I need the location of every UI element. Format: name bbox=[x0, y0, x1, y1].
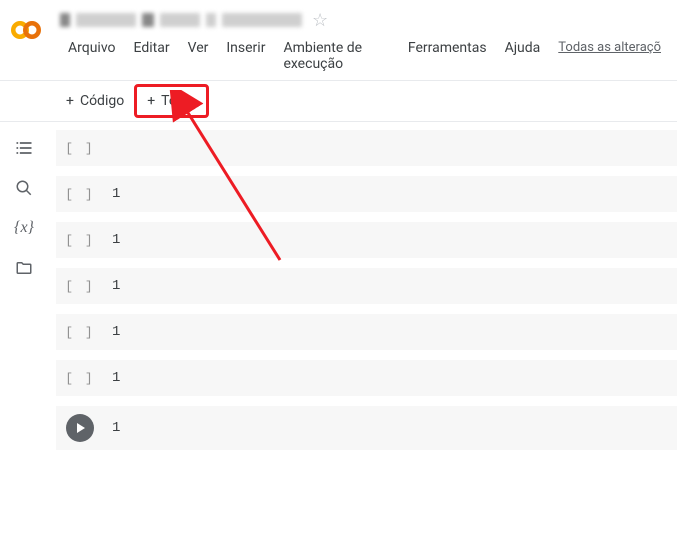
play-icon bbox=[77, 423, 85, 433]
cell-prompt: [ ] bbox=[65, 371, 94, 386]
cell-prompt: [ ] bbox=[65, 141, 94, 156]
add-code-button[interactable]: + Código bbox=[56, 87, 134, 115]
menu-editar[interactable]: Editar bbox=[126, 36, 178, 76]
menu-ambiente[interactable]: Ambiente de execução bbox=[275, 36, 397, 76]
code-cell[interactable]: [ ] 1 bbox=[56, 176, 677, 212]
cell-content[interactable]: 1 bbox=[112, 420, 120, 436]
code-cell[interactable]: [ ] 1 bbox=[56, 360, 677, 396]
menu-arquivo[interactable]: Arquivo bbox=[60, 36, 124, 76]
notebook-title[interactable] bbox=[60, 13, 302, 27]
toolbar: + Código + Texto bbox=[0, 80, 677, 122]
cell-content[interactable]: 1 bbox=[112, 370, 120, 386]
code-cell[interactable]: [ ] bbox=[56, 130, 677, 166]
left-rail: {x} bbox=[0, 122, 48, 548]
add-code-label: Código bbox=[80, 93, 124, 109]
notebook-cells: [ ] [ ] 1 [ ] 1 [ ] 1 [ ] 1 [ ] 1 bbox=[48, 122, 677, 548]
plus-icon: + bbox=[66, 93, 74, 109]
cell-prompt: [ ] bbox=[65, 279, 94, 294]
title-row: ☆ bbox=[60, 6, 669, 34]
cell-prompt: [ ] bbox=[65, 325, 94, 340]
menu-bar: Arquivo Editar Ver Inserir Ambiente de e… bbox=[60, 36, 669, 80]
menu-ver[interactable]: Ver bbox=[180, 36, 217, 76]
add-text-label: Texto bbox=[161, 93, 195, 109]
colab-logo bbox=[8, 12, 44, 48]
files-icon[interactable] bbox=[14, 258, 34, 278]
search-icon[interactable] bbox=[14, 178, 34, 198]
menu-ajuda[interactable]: Ajuda bbox=[497, 36, 549, 76]
run-cell-button[interactable] bbox=[66, 414, 94, 442]
toc-icon[interactable] bbox=[14, 138, 34, 158]
menu-inserir[interactable]: Inserir bbox=[218, 36, 273, 76]
plus-icon: + bbox=[147, 93, 155, 109]
save-status: Todas as alteraçõ bbox=[550, 36, 669, 76]
cell-prompt: [ ] bbox=[65, 187, 94, 202]
add-text-button[interactable]: + Texto bbox=[134, 84, 208, 118]
cell-content[interactable]: 1 bbox=[112, 186, 120, 202]
cell-content[interactable]: 1 bbox=[112, 278, 120, 294]
code-cell-active[interactable]: 1 bbox=[56, 406, 677, 450]
cell-content[interactable]: 1 bbox=[112, 232, 120, 248]
cell-content[interactable]: 1 bbox=[112, 324, 120, 340]
main-area: {x} [ ] [ ] 1 [ ] 1 [ ] 1 [ ] 1 [ ] 1 bbox=[0, 122, 677, 548]
code-cell[interactable]: [ ] 1 bbox=[56, 222, 677, 258]
code-cell[interactable]: [ ] 1 bbox=[56, 268, 677, 304]
code-cell[interactable]: [ ] 1 bbox=[56, 314, 677, 350]
cell-prompt: [ ] bbox=[65, 233, 94, 248]
variables-icon[interactable]: {x} bbox=[14, 218, 34, 238]
menu-ferramentas[interactable]: Ferramentas bbox=[400, 36, 495, 76]
header: ☆ Arquivo Editar Ver Inserir Ambiente de… bbox=[0, 0, 677, 80]
star-icon[interactable]: ☆ bbox=[312, 10, 328, 31]
